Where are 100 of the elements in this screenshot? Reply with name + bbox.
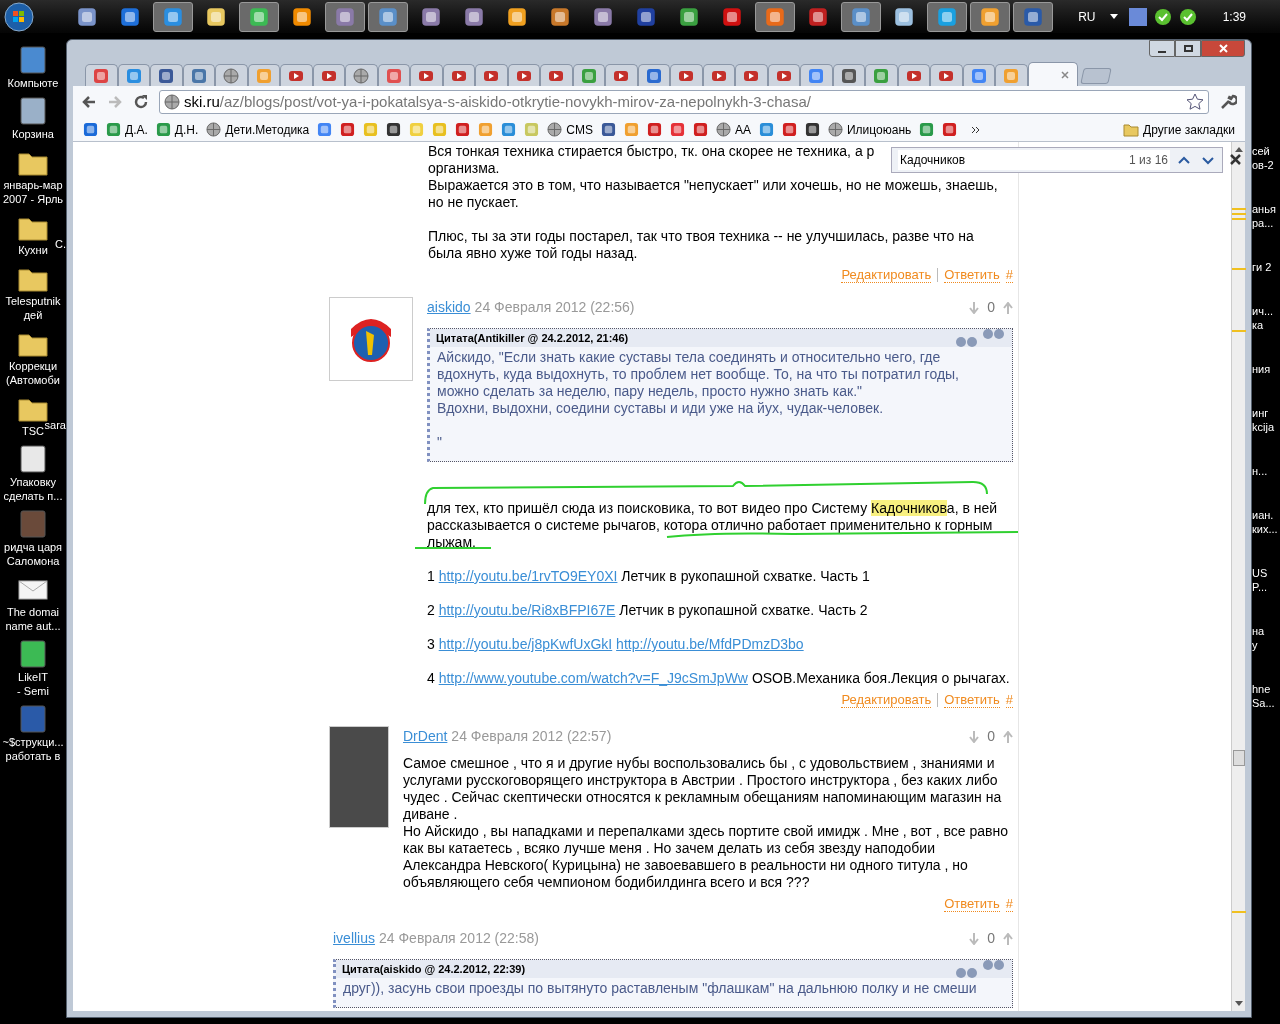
bookmark[interactable] xyxy=(340,122,356,137)
bookmark[interactable] xyxy=(942,122,958,137)
browser-tab[interactable] xyxy=(637,64,670,86)
bookmark[interactable]: Д.А. xyxy=(106,120,148,139)
check-icon[interactable] xyxy=(1154,7,1173,26)
author-link[interactable]: aiskido xyxy=(427,297,471,318)
taskbar-app-button[interactable] xyxy=(841,1,881,32)
bookmark[interactable] xyxy=(600,122,616,137)
desktop-icon-label: на у xyxy=(1252,624,1266,652)
browser-tab[interactable] xyxy=(442,64,475,86)
browser-tab[interactable] xyxy=(735,64,768,86)
comment-action-link[interactable]: Ответить xyxy=(944,692,1000,708)
back-icon[interactable] xyxy=(81,94,97,110)
bookmark[interactable] xyxy=(455,122,471,137)
taskbar-app-button[interactable] xyxy=(927,1,967,32)
browser-tab[interactable] xyxy=(605,64,638,86)
file-icon[interactable] xyxy=(17,443,49,475)
taskbar-app-button[interactable] xyxy=(755,1,795,32)
bookmark[interactable]: Д.Н. xyxy=(155,120,199,139)
browser-tab[interactable] xyxy=(767,64,800,86)
file-icon[interactable] xyxy=(17,638,49,670)
browser-tab[interactable] xyxy=(507,64,540,86)
other-bookmarks[interactable]: Другие закладки xyxy=(1123,120,1235,139)
comment-date: 24 Февраля 2012 (22:58) xyxy=(379,929,539,948)
close-button[interactable] xyxy=(1201,40,1245,57)
browser-tab[interactable] xyxy=(1027,62,1078,86)
taskbar-app-button[interactable] xyxy=(368,1,408,32)
author-link[interactable]: DrDent xyxy=(403,726,448,747)
comment-action-link[interactable]: # xyxy=(1005,896,1013,912)
maximize-button[interactable] xyxy=(1175,40,1201,57)
comment-action-link[interactable]: # xyxy=(1005,692,1013,708)
video-link[interactable]: http://www.youtube.com/watch?v=F_J9cSmJpWw xyxy=(438,670,748,686)
taskbar-app-button[interactable] xyxy=(1013,1,1053,32)
browser-tab[interactable] xyxy=(702,64,735,86)
language-indicator[interactable]: RU xyxy=(1078,7,1096,26)
bookmark[interactable] xyxy=(692,122,708,137)
author-link[interactable]: ivellius xyxy=(333,928,375,949)
bookmark[interactable]: Дети.Методика xyxy=(206,120,310,139)
browser-tab[interactable] xyxy=(182,64,215,86)
taskbar-app-button[interactable] xyxy=(153,1,193,32)
site-icon xyxy=(580,67,597,84)
comment-action-link[interactable]: Редактировать xyxy=(841,267,932,283)
comment-action-link[interactable]: Ответить xyxy=(944,267,1000,283)
browser-tab[interactable] xyxy=(312,64,345,86)
computer-icon[interactable] xyxy=(17,44,49,76)
taskbar-app-button[interactable] xyxy=(970,1,1010,32)
site-icon xyxy=(190,67,207,84)
link-description: Летчик в рукопашной схватке. Часть 2 xyxy=(619,602,868,618)
app-icon xyxy=(550,6,570,27)
video-link[interactable]: http://youtu.be/Ri8xBFPI67E xyxy=(438,602,616,618)
clock[interactable]: 1:39 xyxy=(1222,7,1246,26)
caret-icon[interactable] xyxy=(1110,13,1119,20)
desktop-icon-label: Упаковку сделать п... xyxy=(3,475,63,503)
browser-tab[interactable] xyxy=(280,64,313,86)
browser-tab[interactable] xyxy=(930,64,963,86)
wrench-icon[interactable] xyxy=(1219,93,1237,111)
bookmark[interactable] xyxy=(782,122,797,137)
reload-icon[interactable] xyxy=(133,94,149,110)
comment-action-link[interactable]: Редактировать xyxy=(841,692,932,708)
browser-tab[interactable] xyxy=(897,64,930,86)
browser-tab[interactable] xyxy=(215,64,248,86)
browser-tab[interactable] xyxy=(377,64,410,86)
comment-action-link[interactable]: # xyxy=(1005,267,1013,283)
scroll-down-icon[interactable] xyxy=(1234,1001,1243,1007)
site-icon xyxy=(106,122,121,137)
browser-tab[interactable] xyxy=(540,64,573,86)
video-link[interactable]: http://youtu.be/j8pKwfUxGkI xyxy=(438,636,613,652)
star-icon[interactable] xyxy=(1186,93,1204,111)
bookmark[interactable]: CMS xyxy=(547,120,593,139)
scrollbar[interactable] xyxy=(1231,142,1245,1011)
bookmark[interactable]: AA xyxy=(715,120,751,139)
video-link[interactable]: http://youtu.be/1rvTO9EY0XI xyxy=(438,568,618,584)
browser-tab[interactable] xyxy=(150,64,183,86)
comment-date: 24 Февраля 2012 (22:56) xyxy=(474,298,635,317)
browser-tab[interactable] xyxy=(670,64,703,86)
browser-tab[interactable] xyxy=(475,64,508,86)
comment-action-link[interactable]: Ответить xyxy=(944,896,1000,912)
app-icon xyxy=(378,6,398,27)
browser-tab[interactable] xyxy=(345,64,378,86)
tray-icon[interactable] xyxy=(1129,7,1148,26)
taskbar-app-button[interactable] xyxy=(239,1,279,32)
minimize-button[interactable] xyxy=(1149,40,1175,57)
scroll-up-icon[interactable] xyxy=(1234,146,1243,152)
find-input[interactable]: Кадочников 1 из 16 xyxy=(898,150,1170,170)
search-match-marker xyxy=(1231,911,1246,913)
bookmark[interactable] xyxy=(386,122,402,137)
scroll-thumb[interactable] xyxy=(1232,750,1245,766)
bookmark[interactable] xyxy=(646,122,662,137)
check-icon[interactable] xyxy=(1179,7,1198,26)
video-link[interactable]: http://youtu.be/MfdPDmzD3bo xyxy=(616,636,804,652)
browser-tab[interactable] xyxy=(85,64,118,86)
bookmark[interactable] xyxy=(805,122,820,137)
taskbar-app-button[interactable] xyxy=(325,1,365,32)
browser-tab[interactable] xyxy=(832,64,865,86)
chevron-icon[interactable] xyxy=(971,124,982,135)
bookmark[interactable]: Илицоюань xyxy=(828,120,912,139)
desktop-icon-label: US P... xyxy=(1252,566,1269,594)
address-bar[interactable]: ski.ru/az/blogs/post/vot-ya-i-pokatalsya-s-aiskido-otkrytie-novykh-mirov-za-nepolnykh-3-chasa/ xyxy=(159,90,1209,114)
browser-tab[interactable] xyxy=(410,64,443,86)
start-orb-icon[interactable] xyxy=(4,1,34,32)
